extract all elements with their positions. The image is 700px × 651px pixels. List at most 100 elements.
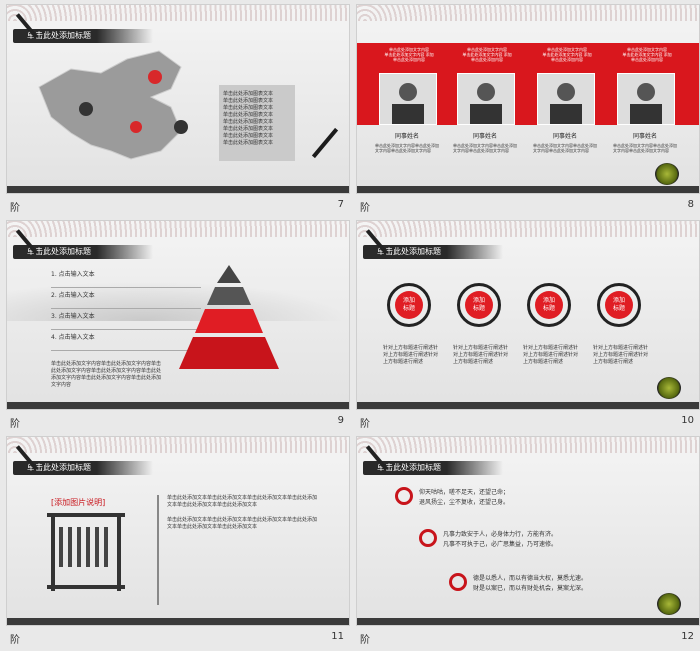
slide-number: 9	[337, 415, 344, 426]
person-photo	[537, 73, 595, 125]
china-map	[38, 50, 188, 160]
bullet-list: 单击此处添加文本单击此处添加文本单击此处添加文本单击此处添加文本单击此处添加文本…	[167, 495, 317, 531]
cloud-border	[357, 5, 699, 21]
circle-label-line: 添加	[542, 297, 555, 304]
circle-label-line: 标题	[472, 305, 485, 312]
person-photo	[379, 73, 437, 125]
ink-pot-icon	[657, 593, 681, 615]
slide-number: 10	[681, 415, 694, 426]
paragraph-text: 单击此处添加文字内容单击此处添加文字内容单击此处添加文字内容单击此处添加文字内容…	[51, 361, 162, 388]
map-label: 单击此处添加图表文本	[223, 140, 274, 146]
bullet-text: 单击此处添加文本单击此处添加文本单击此处添加文本单击此处添加文本单击此处添加文本…	[167, 517, 318, 530]
person-caption: 单击此处添加文字内容 单击此处添加文字内容 添加 单击此处添加内容	[384, 47, 434, 62]
circle-label: 添加 标题	[465, 291, 493, 319]
person-caption: 单击此处添加文字内容 单击此处添加文字内容 添加 单击此处添加内容	[462, 47, 512, 62]
poem-line: 财是以案已，而以有财处机会，莫案尤深。	[473, 585, 588, 592]
map-label: 单击此处添加图表文本	[223, 119, 274, 125]
slide-8: 单击此处添加文字内容 单击此处添加文字内容 添加 单击此处添加内容 同事姓名 单击此…	[356, 4, 700, 194]
map-label: 单击此处添加图表文本	[223, 133, 274, 139]
map-label: 单击此处添加图表文本	[223, 126, 274, 132]
slide-7-thumb[interactable]: 单击此处添加标题 单击此处添加图表文本 单击此处添加图表文本 单击此处添加图表文…	[6, 4, 350, 219]
person-desc: 单击此处添加文字内容单击此处添加文字内容单击此处添加文字内容	[453, 143, 517, 153]
slide-10-thumb[interactable]: 单击此处添加标题 添加 标题 针对上方标题进行阐述针对上方标题进行阐述针对上方标题进…	[356, 220, 700, 435]
footer-label: 阶	[360, 203, 370, 214]
circle-label-line: 添加	[612, 297, 625, 304]
circle-desc: 针对上方标题进行阐述针对上方标题进行阐述针对上方标题进行阐述	[593, 345, 649, 365]
ink-circle: 添加 标题	[387, 283, 431, 327]
map-label: 单击此处添加图表文本	[223, 105, 274, 111]
ink-circle: 添加 标题	[457, 283, 501, 327]
divider	[157, 495, 159, 605]
ink-pot-icon	[655, 163, 679, 185]
poem-line: 退风扬尘，尘不复收，还望己身。	[419, 499, 510, 506]
slide-footer: 阶 10	[356, 415, 700, 431]
person-desc: 单击此处添加文字内容单击此处添加文字内容单击此处添加文字内容	[375, 143, 439, 153]
slide-10: 单击此处添加标题 添加 标题 针对上方标题进行阐述针对上方标题进行阐述针对上方标题进…	[356, 220, 700, 410]
chime-bells-image	[47, 513, 125, 591]
person-desc: 单击此处添加文字内容单击此处添加文字内容单击此处添加文字内容	[533, 143, 597, 153]
circle-label: 添加 标题	[605, 291, 633, 319]
cloud-border	[357, 437, 699, 453]
slide-number: 7	[337, 199, 344, 210]
footer-label: 阶	[10, 203, 20, 214]
slide-9-thumb[interactable]: 单击此处添加标题 1. 点击输入文本 2. 点击输入文本 3. 点击输入文本 4…	[6, 220, 350, 435]
map-pin-red	[148, 70, 162, 84]
slide-footer: 阶 8	[356, 199, 700, 215]
person-name: 同事姓名	[552, 133, 577, 140]
cloud-border	[357, 221, 699, 237]
poem-line: 仰天咕咕，嗟不足天，还望己命；	[419, 489, 510, 496]
cloud-border	[7, 221, 349, 237]
slide-12-thumb[interactable]: 单击此处添加标题 仰天咕咕，嗟不足天，还望己命； 退风扬尘，尘不复收，还望己身。凡…	[356, 436, 700, 651]
footer-label: 阶	[10, 419, 20, 430]
map-legend-box: 单击此处添加图表文本 单击此处添加图表文本 单击此处添加图表文本 单击此处添加图…	[219, 85, 295, 161]
ink-pot-icon	[657, 377, 681, 399]
red-ring-icon	[419, 529, 437, 547]
slide-8-thumb[interactable]: 单击此处添加文字内容 单击此处添加文字内容 添加 单击此处添加内容 同事姓名 单击此…	[356, 4, 700, 219]
slide-9: 单击此处添加标题 1. 点击输入文本 2. 点击输入文本 3. 点击输入文本 4…	[6, 220, 350, 410]
cloud-border	[7, 437, 349, 453]
slide-footer: 阶 11	[6, 631, 350, 647]
pen-icon	[311, 127, 339, 159]
map-label: 单击此处添加图表文本	[223, 112, 274, 118]
map-pin-red	[130, 121, 142, 133]
circle-label-line: 标题	[542, 305, 555, 312]
person-name: 同事姓名	[394, 133, 419, 140]
footer-label: 阶	[10, 635, 20, 646]
person-caption: 单击此处添加文字内容 单击此处添加文字内容 添加 单击此处添加内容	[622, 47, 672, 62]
slide-11: 单击此处添加标题 [添加图片说明] 单击此处添加文本单击此处添加文本单击此处添加…	[6, 436, 350, 626]
ink-circle: 添加 标题	[527, 283, 571, 327]
slide-11-thumb[interactable]: 单击此处添加标题 [添加图片说明] 单击此处添加文本单击此处添加文本单击此处添加…	[6, 436, 350, 651]
person-name: 同事姓名	[632, 133, 657, 140]
person-caption: 单击此处添加文字内容 单击此处添加文字内容 添加 单击此处添加内容	[542, 47, 592, 62]
bottom-bar	[7, 186, 349, 193]
person-photo	[457, 73, 515, 125]
circle-label: 添加 标题	[395, 291, 423, 319]
bottom-bar	[357, 186, 699, 193]
person-desc: 单击此处添加文字内容单击此处添加文字内容单击此处添加文字内容	[613, 143, 677, 153]
red-ring-icon	[395, 487, 413, 505]
bottom-bar	[7, 402, 349, 409]
slide-7: 单击此处添加标题 单击此处添加图表文本 单击此处添加图表文本 单击此处添加图表文…	[6, 4, 350, 194]
bottom-bar	[357, 402, 699, 409]
ink-circle: 添加 标题	[597, 283, 641, 327]
map-pin-dark	[79, 102, 93, 116]
circle-desc: 针对上方标题进行阐述针对上方标题进行阐述针对上方标题进行阐述	[453, 345, 509, 365]
map-label: 单击此处添加图表文本	[223, 91, 274, 97]
footer-label: 阶	[360, 419, 370, 430]
poem-line: 凡事力致安于人，必身体力行，方能有济。	[443, 531, 558, 538]
slide-12: 单击此处添加标题 仰天咕咕，嗟不足天，还望己命； 退风扬尘，尘不复收，还望己身。凡…	[356, 436, 700, 626]
person-name: 同事姓名	[472, 133, 497, 140]
circle-label: 添加 标题	[535, 291, 563, 319]
slide-footer: 阶 7	[6, 199, 350, 215]
circle-desc: 针对上方标题进行阐述针对上方标题进行阐述针对上方标题进行阐述	[383, 345, 439, 365]
bottom-bar	[357, 618, 699, 625]
red-ring-icon	[449, 573, 467, 591]
poem-line: 凡事不可执于己，必广思集益，乃可速修。	[443, 541, 558, 548]
slide-number: 8	[687, 199, 694, 210]
circle-label-line: 添加	[472, 297, 485, 304]
circle-label-line: 标题	[402, 305, 415, 312]
image-caption: [添加图片说明]	[51, 498, 106, 507]
pyramid-diagram	[179, 265, 279, 369]
slide-number: 11	[331, 631, 344, 642]
person-photo	[617, 73, 675, 125]
